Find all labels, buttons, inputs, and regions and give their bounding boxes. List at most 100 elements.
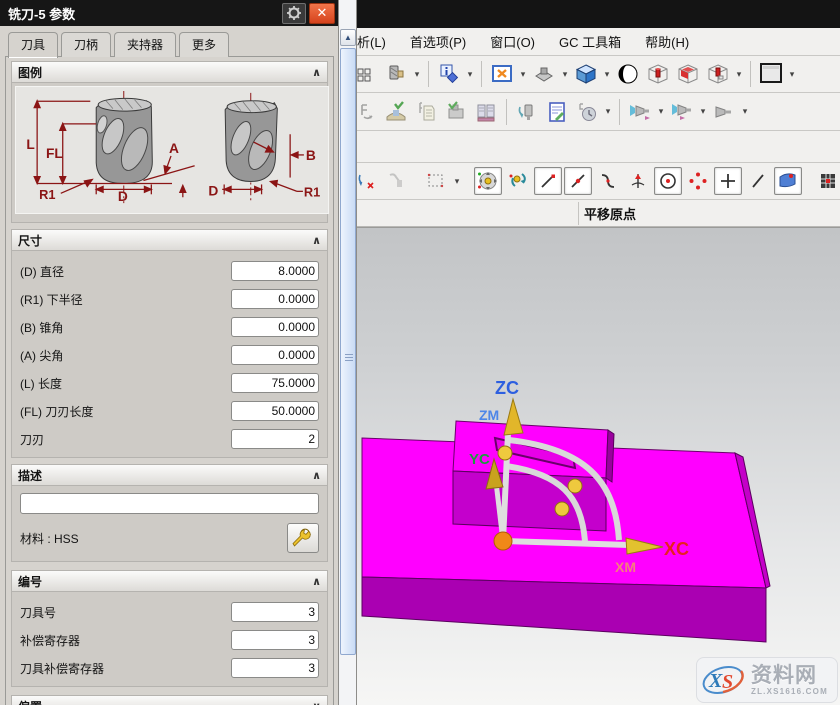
dropdown-arrow-icon[interactable]: ▾ (560, 69, 570, 80)
tool-comp-register-input[interactable] (231, 658, 319, 678)
svg-text:A: A (169, 141, 179, 156)
clock-icon[interactable] (573, 98, 601, 126)
section-header-legend[interactable]: 图例 ∧ (11, 61, 328, 83)
collapse-chevron-icon[interactable]: ∧ (312, 469, 321, 482)
lower-radius-input[interactable] (231, 289, 319, 309)
boss-right-face[interactable] (606, 430, 614, 482)
z-axis-cone[interactable] (504, 399, 523, 435)
scrollbar-up-icon[interactable]: ▲ (340, 29, 356, 46)
grayed-tool-icon[interactable] (382, 167, 410, 195)
tab-shank[interactable]: 刀柄 (61, 32, 111, 57)
layout-window-icon[interactable] (488, 60, 516, 88)
dropdown-arrow-icon[interactable]: ▾ (740, 106, 750, 117)
svg-text:X: X (708, 670, 723, 692)
grid-table-icon[interactable] (814, 167, 840, 195)
mill-tool-icon[interactable] (382, 60, 410, 88)
description-input[interactable] (20, 493, 319, 514)
cube-red-cylinder-icon[interactable] (644, 60, 672, 88)
outer-arc-ball-handle[interactable] (568, 479, 582, 493)
shop-doc-icon[interactable] (543, 98, 571, 126)
quadrant-point-icon[interactable] (624, 167, 652, 195)
verify-check-icon[interactable] (382, 98, 410, 126)
section-header-description[interactable]: 描述 ∧ (11, 464, 328, 486)
compensation-register-input[interactable] (231, 630, 319, 650)
field-label: 刀具号 (20, 604, 231, 621)
graphics-viewport[interactable]: YC ZC ZM XC XM (357, 227, 840, 705)
white-frame-icon[interactable] (757, 60, 785, 88)
z-axis-ball-handle[interactable] (498, 446, 512, 460)
tab-tool[interactable]: 刀具 (8, 32, 58, 58)
taper-angle-input[interactable] (231, 317, 319, 337)
section-header-offset[interactable]: 偏置 ∨ (11, 695, 328, 705)
cube-red-cylinder2-icon[interactable] (704, 60, 732, 88)
origin-ball-handle[interactable] (494, 532, 512, 550)
tip-angle-input[interactable] (231, 345, 319, 365)
cone-tool2-icon[interactable] (668, 98, 696, 126)
collapse-chevron-icon[interactable]: ∧ (312, 66, 321, 79)
snap-rotate-icon[interactable] (504, 167, 532, 195)
field-row-flutes: 刀刃 (20, 425, 319, 453)
scrollbar-thumb[interactable] (340, 48, 356, 655)
cone-tool3-icon[interactable] (710, 98, 738, 126)
dropdown-arrow-icon[interactable]: ▾ (518, 69, 528, 80)
dropdown-arrow-icon[interactable]: ▾ (787, 69, 797, 80)
tab-more[interactable]: 更多 (179, 32, 229, 57)
dropdown-arrow-icon[interactable]: ▾ (412, 69, 422, 80)
machine-check-icon[interactable] (442, 98, 470, 126)
dialog-scrollbar[interactable]: ▲ (339, 0, 357, 705)
list-document-icon[interactable] (412, 98, 440, 126)
slab-front-face[interactable] (362, 577, 766, 642)
dialog-options-button[interactable] (282, 3, 306, 24)
cube-red-sections-icon[interactable] (674, 60, 702, 88)
inner-arc-ball-handle[interactable] (555, 502, 569, 516)
contrast-sphere-icon[interactable] (614, 60, 642, 88)
dropdown-arrow-icon[interactable]: ▾ (602, 69, 612, 80)
model-view: YC ZC ZM XC XM (357, 228, 840, 705)
section-view-icon[interactable] (530, 60, 558, 88)
tangent-point-icon[interactable] (594, 167, 622, 195)
section-title: 编号 (18, 573, 42, 590)
selection-rect-icon[interactable] (422, 167, 450, 195)
flutes-input[interactable] (231, 429, 319, 449)
dropdown-arrow-icon[interactable]: ▾ (452, 176, 462, 187)
diameter-input[interactable] (231, 261, 319, 281)
midpoint-icon[interactable] (564, 167, 592, 195)
face-point-icon[interactable] (774, 167, 802, 195)
circle-quadrant-icon[interactable] (684, 167, 712, 195)
close-icon: ✕ (317, 5, 328, 21)
section-header-numbers[interactable]: 编号 ∧ (11, 570, 328, 592)
dropdown-arrow-icon[interactable]: ▾ (698, 106, 708, 117)
menu-preferences[interactable]: 首选项(P) (410, 32, 466, 51)
tab-holder[interactable]: 夹持器 (114, 32, 176, 57)
endpoint-icon[interactable] (534, 167, 562, 195)
x-axis-shaft[interactable] (503, 541, 629, 545)
compare-books-icon[interactable] (472, 98, 500, 126)
cone-tool-icon[interactable] (626, 98, 654, 126)
shaded-cube-icon[interactable] (572, 60, 600, 88)
slash-point-icon[interactable] (744, 167, 772, 195)
collapse-chevron-icon[interactable]: ∧ (312, 575, 321, 588)
plus-point-icon[interactable] (714, 167, 742, 195)
dropdown-arrow-icon[interactable]: ▾ (734, 69, 744, 80)
dropdown-arrow-icon[interactable]: ▾ (465, 69, 475, 80)
tool-legend-diagram: L FL R1 D A (15, 86, 329, 214)
tool-number-input[interactable] (231, 602, 319, 622)
center-point-icon[interactable] (654, 167, 682, 195)
info-icon[interactable] (435, 60, 463, 88)
dialog-close-button[interactable]: ✕ (309, 3, 335, 24)
menu-help[interactable]: 帮助(H) (645, 32, 689, 51)
dialog-titlebar[interactable]: 铣刀-5 参数 ✕ (0, 0, 338, 26)
material-select-button[interactable] (287, 523, 319, 553)
section-header-dimensions[interactable]: 尺寸 ∧ (11, 229, 328, 251)
length-input[interactable] (231, 373, 319, 393)
field-row-compensation-register: 补偿寄存器 (20, 626, 319, 654)
menu-gc-toolbox[interactable]: GC 工具箱 (559, 32, 621, 51)
dropdown-arrow-icon[interactable]: ▾ (603, 106, 613, 117)
tool-rotate-icon[interactable] (513, 98, 541, 126)
flute-length-input[interactable] (231, 401, 319, 421)
snap-all-icon[interactable] (474, 167, 502, 195)
menu-window[interactable]: 窗口(O) (490, 32, 535, 51)
dropdown-arrow-icon[interactable]: ▾ (656, 106, 666, 117)
expand-chevron-icon[interactable]: ∨ (312, 700, 321, 705)
collapse-chevron-icon[interactable]: ∧ (312, 234, 321, 247)
